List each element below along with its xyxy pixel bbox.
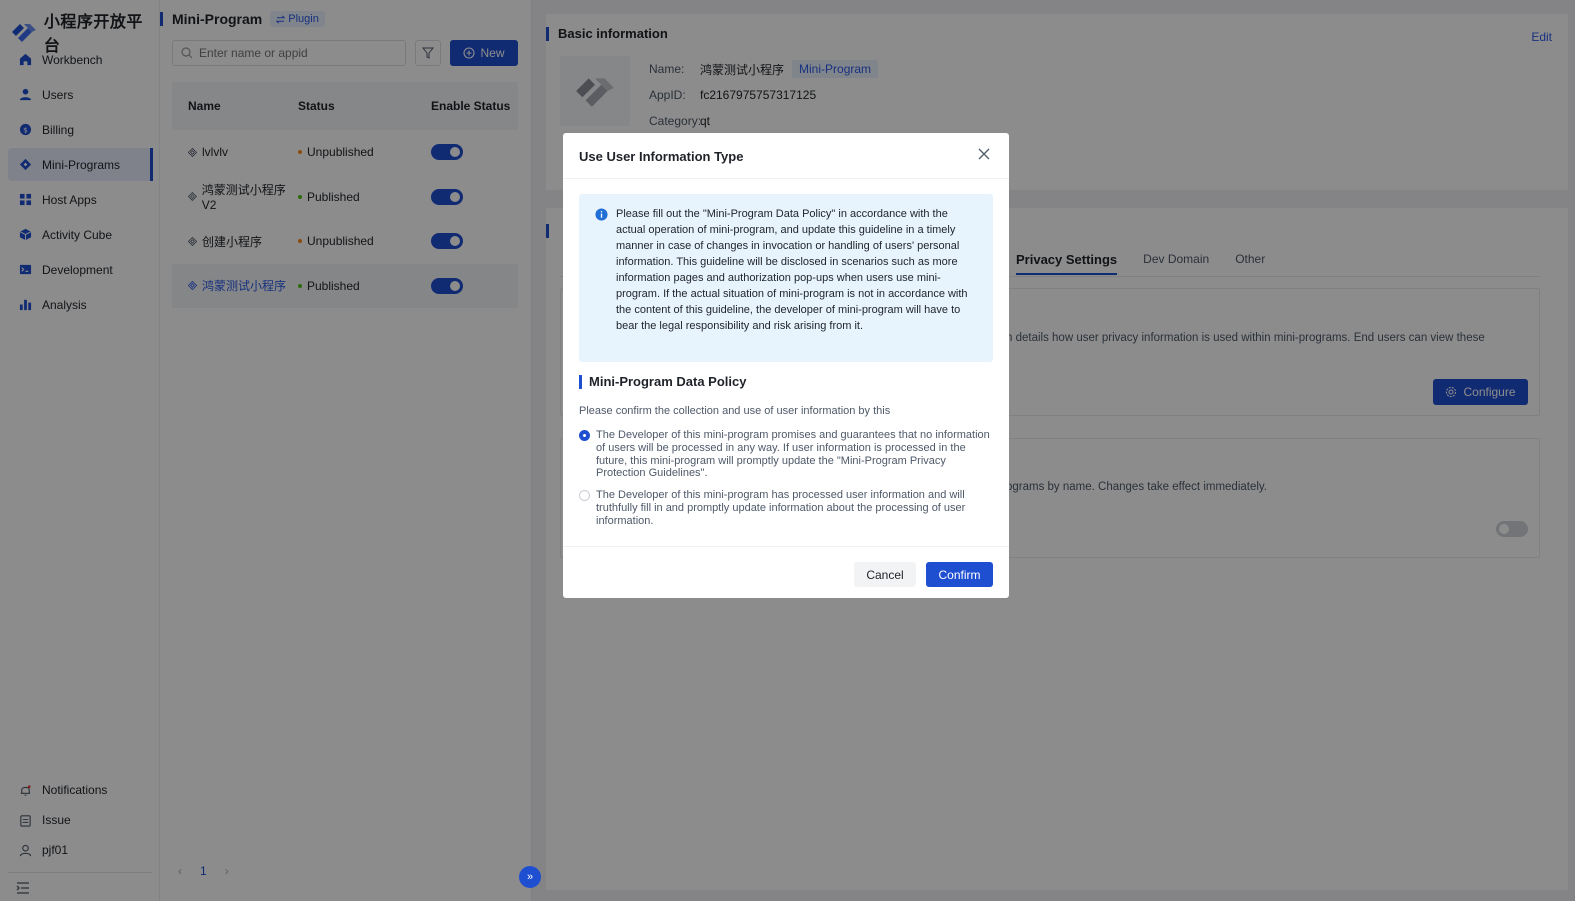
policy-section-header: Mini-Program Data Policy xyxy=(579,374,746,389)
expand-panel-button[interactable]: » xyxy=(519,866,541,888)
double-chevron-right-icon: » xyxy=(526,871,534,883)
radio-unselected[interactable] xyxy=(579,490,590,501)
notice-text: Please fill out the "Mini-Program Data P… xyxy=(616,208,968,332)
policy-description: Please confirm the collection and use of… xyxy=(579,405,891,417)
info-icon xyxy=(595,208,608,221)
radio-selected[interactable] xyxy=(579,430,590,441)
confirm-button[interactable]: Confirm xyxy=(926,562,993,587)
modal-title: Use User Information Type xyxy=(579,149,744,164)
cancel-button[interactable]: Cancel xyxy=(854,562,916,587)
title-accent-bar xyxy=(579,374,582,389)
option-text: The Developer of this mini-program promi… xyxy=(596,429,990,480)
policy-option-processed[interactable]: The Developer of this mini-program has p… xyxy=(579,489,995,527)
policy-title: Mini-Program Data Policy xyxy=(589,374,747,389)
divider xyxy=(563,178,1009,179)
divider xyxy=(563,546,1009,547)
policy-option-no-processing[interactable]: The Developer of this mini-program promi… xyxy=(579,429,995,480)
user-info-type-modal: Use User Information Type Please fill ou… xyxy=(563,133,1009,598)
close-icon[interactable] xyxy=(977,147,993,163)
option-text: The Developer of this mini-program has p… xyxy=(596,489,966,527)
policy-notice: Please fill out the "Mini-Program Data P… xyxy=(579,194,993,362)
